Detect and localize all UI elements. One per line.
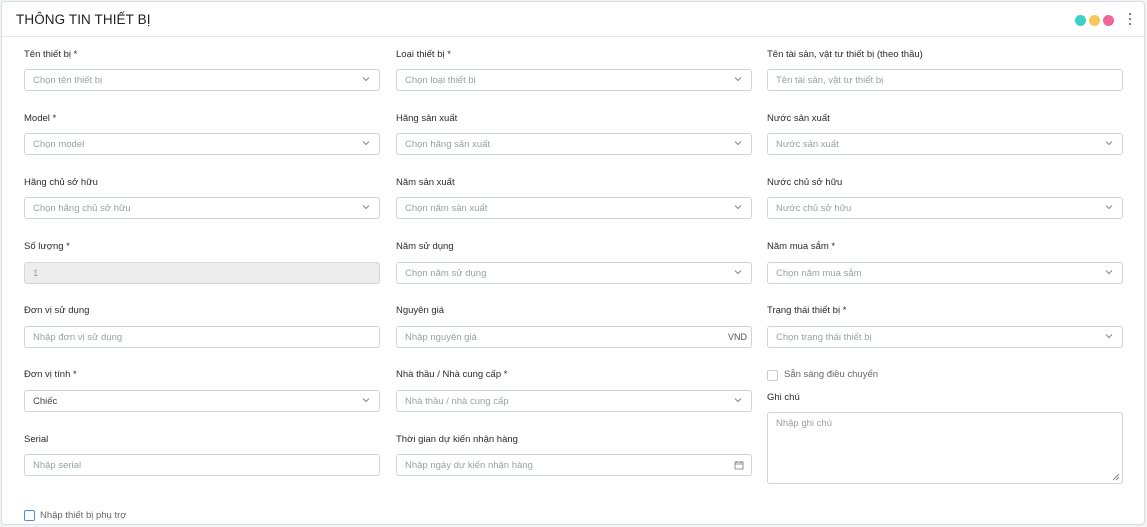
resize-grip-icon[interactable]: [1112, 473, 1120, 481]
unit-of-measure-value: Chiếc: [33, 396, 58, 407]
country-of-manufacture-select[interactable]: Nước sản xuất: [767, 133, 1123, 155]
owner-company-label: Hãng chủ sở hữu: [24, 177, 98, 188]
ready-to-transfer-label: Sẵn sàng điều chuyển: [784, 369, 879, 380]
manufacturer-placeholder: Chọn hãng sản xuất: [405, 139, 491, 150]
asset-name-input[interactable]: Tên tài sản, vật tư thiết bị: [767, 69, 1123, 91]
owner-company-select[interactable]: Chọn hãng chủ sở hữu: [24, 197, 380, 219]
model-label: Model *: [24, 113, 57, 124]
chevron-down-icon: [362, 77, 370, 82]
owner-country-select[interactable]: Nước chủ sở hữu: [767, 197, 1123, 219]
supplier-placeholder: Nhà thầu / nhà cung cấp: [405, 396, 509, 407]
notes-label: Ghi chú: [767, 392, 800, 403]
panel-title: THÔNG TIN THIẾT BỊ: [16, 12, 151, 27]
notes-textarea[interactable]: Nhập ghi chú: [767, 412, 1123, 484]
serial-label: Serial: [24, 434, 49, 445]
manufacture-year-placeholder: Chọn năm sản xuất: [405, 203, 488, 214]
device-type-select[interactable]: Chọn loại thiết bị: [396, 69, 752, 91]
manufacture-year-label: Năm sản xuất: [396, 177, 455, 188]
more-options-icon[interactable]: [1126, 11, 1134, 27]
usage-year-placeholder: Chọn năm sử dụng: [405, 268, 487, 279]
device-type-label: Loại thiết bị *: [396, 49, 451, 60]
chevron-down-icon: [1105, 205, 1113, 210]
original-price-input[interactable]: Nhập nguyên giá VND: [396, 326, 752, 348]
country-of-manufacture-placeholder: Nước sản xuất: [776, 139, 839, 150]
quantity-input[interactable]: 1: [24, 262, 380, 284]
device-status-select[interactable]: Chọn trạng thái thiết bị: [767, 326, 1123, 348]
supplier-label: Nhà thầu / Nhà cung cấp *: [396, 369, 508, 380]
manufacturer-select[interactable]: Chọn hãng sản xuất: [396, 133, 752, 155]
chevron-down-icon: [734, 205, 742, 210]
supplier-select[interactable]: Nhà thầu / nhà cung cấp: [396, 390, 752, 412]
model-select[interactable]: Chọn model: [24, 133, 380, 155]
device-name-select[interactable]: Chọn tên thiết bị: [24, 69, 380, 91]
chevron-down-icon: [362, 141, 370, 146]
chevron-down-icon: [1105, 141, 1113, 146]
chevron-down-icon: [734, 398, 742, 403]
chevron-down-icon: [362, 398, 370, 403]
chevron-down-icon: [734, 77, 742, 82]
device-name-placeholder: Chọn tên thiết bị: [33, 75, 103, 86]
quantity-value: 1: [33, 268, 39, 279]
serial-input[interactable]: Nhập serial: [24, 454, 380, 476]
chevron-down-icon: [1105, 270, 1113, 275]
serial-placeholder: Nhập serial: [33, 460, 82, 471]
status-dots: [1075, 15, 1114, 26]
yellow-dot-icon: [1089, 15, 1100, 26]
chevron-down-icon: [734, 270, 742, 275]
device-status-label: Trạng thái thiết bị *: [767, 305, 847, 316]
using-unit-input[interactable]: Nhập đơn vị sử dụng: [24, 326, 380, 348]
unit-of-measure-select[interactable]: Chiếc: [24, 390, 380, 412]
owner-country-label: Nước chủ sở hữu: [767, 177, 843, 188]
auxiliary-device-label: Nhập thiết bị phụ trợ: [40, 510, 127, 521]
auxiliary-device-checkbox[interactable]: [24, 510, 35, 521]
device-status-placeholder: Chọn trạng thái thiết bị: [776, 332, 872, 343]
manufacturer-label: Hãng sản xuất: [396, 113, 458, 124]
purchase-year-select[interactable]: Chọn năm mua sắm: [767, 262, 1123, 284]
asset-name-placeholder: Tên tài sản, vật tư thiết bị: [776, 75, 884, 86]
chevron-down-icon: [362, 205, 370, 210]
quantity-label: Số lượng *: [24, 241, 70, 252]
calendar-icon[interactable]: [734, 460, 744, 470]
expected-delivery-date-input[interactable]: Nhập ngày dự kiến nhận hàng: [396, 454, 752, 476]
purchase-year-label: Năm mua sắm *: [767, 241, 836, 252]
ready-to-transfer-checkbox[interactable]: [767, 370, 778, 381]
panel-header: THÔNG TIN THIẾT BỊ: [2, 2, 1144, 37]
using-unit-placeholder: Nhập đơn vị sử dụng: [33, 332, 123, 343]
manufacture-year-select[interactable]: Chọn năm sản xuất: [396, 197, 752, 219]
device-name-label: Tên thiết bị *: [24, 49, 78, 60]
chevron-down-icon: [1105, 334, 1113, 339]
teal-dot-icon: [1075, 15, 1086, 26]
expected-delivery-placeholder: Nhập ngày dự kiến nhận hàng: [405, 460, 533, 471]
purchase-year-placeholder: Chọn năm mua sắm: [776, 268, 862, 279]
model-placeholder: Chọn model: [33, 139, 85, 150]
original-price-label: Nguyên giá: [396, 305, 445, 316]
notes-placeholder: Nhập ghi chú: [776, 418, 832, 429]
using-unit-label: Đơn vị sử dụng: [24, 305, 90, 316]
usage-year-select[interactable]: Chọn năm sử dụng: [396, 262, 752, 284]
device-info-panel: THÔNG TIN THIẾT BỊ Tên thiết bị * Chọn t…: [1, 1, 1145, 525]
country-of-manufacture-label: Nước sản xuất: [767, 113, 830, 124]
device-type-placeholder: Chọn loại thiết bị: [405, 75, 476, 86]
original-price-placeholder: Nhập nguyên giá: [405, 332, 477, 343]
usage-year-label: Năm sử dụng: [396, 241, 454, 252]
owner-country-placeholder: Nước chủ sở hữu: [776, 203, 852, 214]
pink-dot-icon: [1103, 15, 1114, 26]
asset-name-label: Tên tài sản, vật tư thiết bị (theo thầu): [767, 49, 923, 60]
owner-company-placeholder: Chọn hãng chủ sở hữu: [33, 203, 131, 214]
unit-of-measure-label: Đơn vị tính *: [24, 369, 77, 380]
currency-suffix: VND: [727, 332, 747, 342]
chevron-down-icon: [734, 141, 742, 146]
expected-delivery-label: Thời gian dự kiến nhận hàng: [396, 434, 518, 445]
